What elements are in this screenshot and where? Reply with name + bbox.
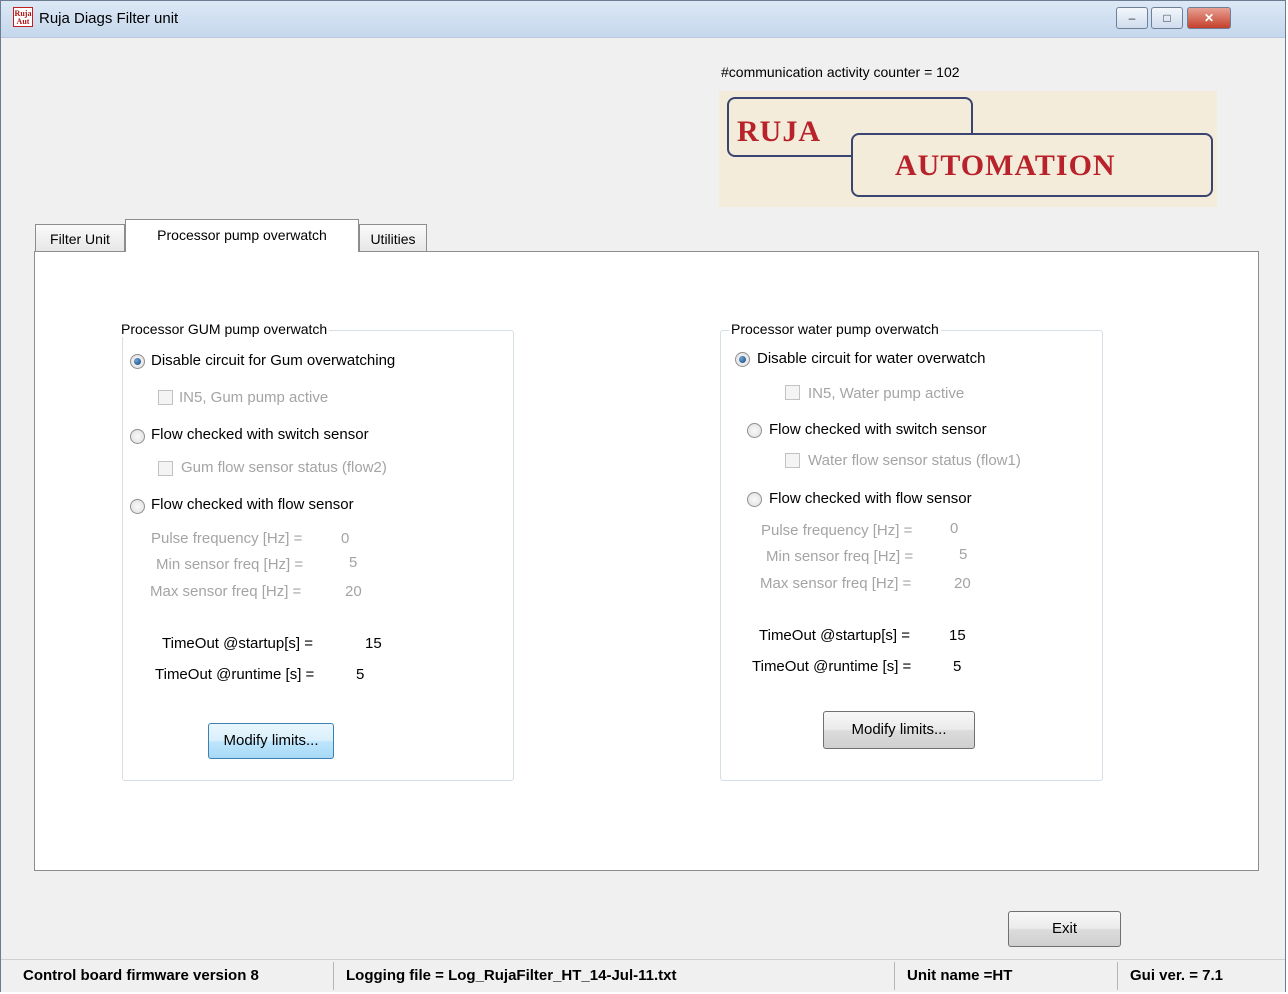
tab-filter-unit[interactable]: Filter Unit (35, 224, 125, 252)
gum-runtime-timeout-value: 5 (356, 666, 365, 683)
water-startup-timeout-label: TimeOut @startup[s] = (759, 627, 910, 644)
water-disable-radio[interactable] (735, 352, 750, 367)
company-logo: RUJA AUTOMATION (719, 91, 1217, 207)
gum-pulse-value: 0 (341, 530, 350, 547)
water-max-freq-label: Max sensor freq [Hz] = (760, 575, 912, 592)
status-gui-version: Gui ver. = 7.1 (1130, 967, 1223, 984)
gum-flow-sensor-label[interactable]: Flow checked with flow sensor (151, 496, 354, 513)
gum-startup-timeout-label: TimeOut @startup[s] = (162, 635, 313, 652)
gum-min-freq-label: Min sensor freq [Hz] = (156, 556, 304, 573)
gum-flow-status-label: Gum flow sensor status (flow2) (181, 459, 387, 476)
gum-switch-sensor-radio[interactable] (130, 429, 145, 444)
water-runtime-timeout-label: TimeOut @runtime [s] = (752, 658, 912, 675)
water-startup-timeout-value: 15 (949, 627, 966, 644)
water-pulse-label: Pulse frequency [Hz] = (761, 522, 913, 539)
gum-switch-sensor-label[interactable]: Flow checked with switch sensor (151, 426, 369, 443)
window-title: Ruja Diags Filter unit (39, 10, 179, 27)
activity-counter-label: #communication activity counter = (721, 64, 937, 80)
gum-max-freq-value: 20 (345, 583, 362, 600)
status-logging-file: Logging file = Log_RujaFilter_HT_14-Jul-… (346, 967, 677, 984)
title-bar[interactable]: Ruja Aut Ruja Diags Filter unit – □ ✕ (1, 1, 1285, 38)
status-separator (894, 962, 895, 990)
water-switch-sensor-label[interactable]: Flow checked with switch sensor (769, 421, 987, 438)
gum-disable-label[interactable]: Disable circuit for Gum overwatching (151, 352, 395, 369)
gum-max-freq-label: Max sensor freq [Hz] = (150, 583, 302, 600)
close-button[interactable]: ✕ (1187, 7, 1231, 29)
logo-text-automation: AUTOMATION (895, 149, 1116, 182)
water-modify-limits-button[interactable]: Modify limits... (823, 711, 975, 749)
activity-counter: #communication activity counter = 102 (721, 64, 960, 80)
water-flow-status-checkbox[interactable] (785, 453, 800, 468)
gum-min-freq-value: 5 (349, 554, 358, 571)
status-unit-name: Unit name =HT (907, 967, 1013, 984)
logo-text-ruja: RUJA (737, 115, 821, 148)
status-separator (333, 962, 334, 990)
gum-pump-active-checkbox[interactable] (158, 390, 173, 405)
water-min-freq-value: 5 (959, 546, 968, 563)
activity-counter-value: 102 (936, 64, 960, 80)
water-switch-sensor-radio[interactable] (747, 423, 762, 438)
maximize-button[interactable]: □ (1151, 7, 1183, 29)
water-runtime-timeout-value: 5 (953, 658, 962, 675)
gum-pump-active-label: IN5, Gum pump active (179, 389, 329, 406)
water-group-title: Processor water pump overwatch (729, 321, 941, 337)
water-min-freq-label: Min sensor freq [Hz] = (766, 548, 914, 565)
tab-utilities[interactable]: Utilities (359, 224, 427, 252)
tab-processor-pump-overwatch[interactable]: Processor pump overwatch (125, 219, 359, 252)
gum-flow-status-checkbox[interactable] (158, 461, 173, 476)
status-bar: Control board firmware version 8 Logging… (1, 959, 1285, 992)
water-max-freq-value: 20 (954, 575, 971, 592)
status-firmware-version: Control board firmware version 8 (23, 967, 259, 984)
gum-disable-radio[interactable] (130, 354, 145, 369)
water-flow-sensor-radio[interactable] (747, 492, 762, 507)
app-icon: Ruja Aut (13, 7, 33, 27)
minimize-button[interactable]: – (1116, 7, 1148, 29)
gum-flow-sensor-radio[interactable] (130, 499, 145, 514)
water-disable-label[interactable]: Disable circuit for water overwatch (757, 350, 985, 367)
exit-button[interactable]: Exit (1008, 911, 1121, 947)
water-flow-status-label: Water flow sensor status (flow1) (808, 452, 1021, 469)
water-pump-active-label: IN5, Water pump active (808, 385, 965, 402)
gum-startup-timeout-value: 15 (365, 635, 382, 652)
gum-pulse-label: Pulse frequency [Hz] = (151, 530, 303, 547)
status-separator (1117, 962, 1118, 990)
water-pulse-value: 0 (950, 520, 959, 537)
water-flow-sensor-label[interactable]: Flow checked with flow sensor (769, 490, 972, 507)
gum-group-title: Processor GUM pump overwatch (119, 321, 330, 337)
water-pump-active-checkbox[interactable] (785, 385, 800, 400)
main-window: Ruja Aut Ruja Diags Filter unit – □ ✕ #c… (0, 0, 1286, 992)
gum-runtime-timeout-label: TimeOut @runtime [s] = (155, 666, 315, 683)
gum-modify-limits-button[interactable]: Modify limits... (208, 723, 334, 759)
